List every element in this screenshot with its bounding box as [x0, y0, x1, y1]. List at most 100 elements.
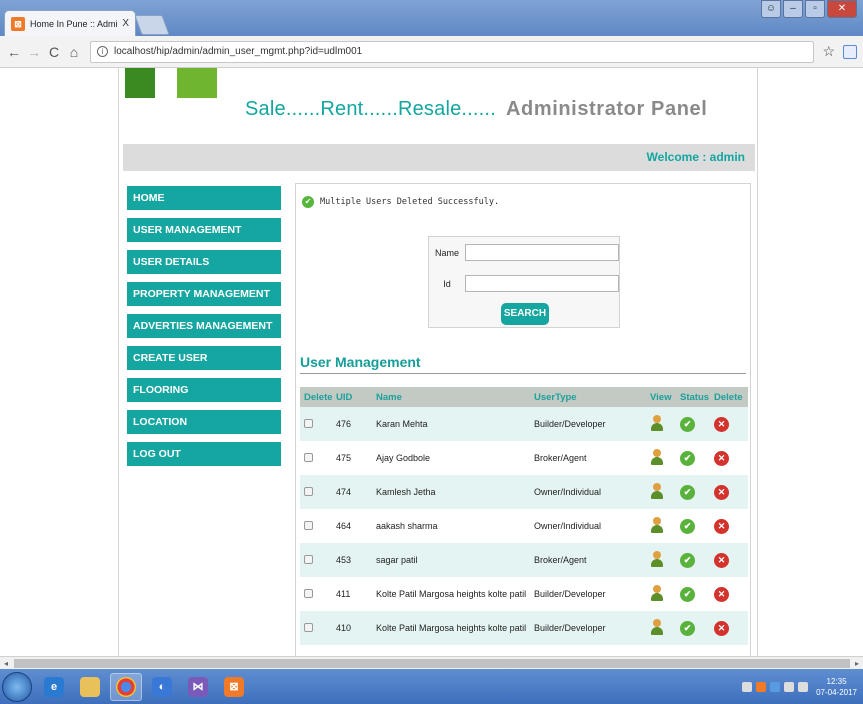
id-search-input[interactable] — [465, 275, 619, 292]
tray-show-hidden-icon[interactable] — [742, 681, 753, 692]
view-user-icon[interactable] — [650, 585, 664, 601]
status-active-icon[interactable]: ✔ — [680, 620, 695, 636]
row-usertype: Owner/Individual — [530, 475, 646, 509]
extension-icon[interactable] — [843, 44, 857, 59]
col-status: Status — [676, 387, 710, 407]
row-select-checkbox[interactable] — [304, 554, 313, 564]
sidebar-item-user-management[interactable]: USER MANAGEMENT — [127, 218, 281, 242]
taskbar-xampp[interactable]: ⊠ — [218, 673, 250, 701]
back-icon[interactable]: ← — [6, 44, 22, 60]
forward-icon[interactable]: → — [26, 44, 42, 60]
logo-bar-left — [125, 68, 155, 98]
profile-icon[interactable]: ☺ — [761, 0, 781, 18]
success-message: ✔ Multiple Users Deleted Successfuly. — [302, 196, 499, 208]
name-search-input[interactable] — [465, 244, 619, 261]
tray-network-icon[interactable] — [770, 681, 781, 692]
col-view: View — [646, 387, 676, 407]
taskbar-chrome[interactable] — [110, 672, 142, 701]
row-name: aakash sharma — [376, 521, 438, 531]
scrollbar-thumb[interactable] — [14, 659, 850, 668]
tab-close-icon[interactable]: X — [122, 18, 129, 29]
taskbar-vs[interactable]: ⋈ — [182, 673, 214, 701]
reload-icon[interactable]: C — [46, 44, 62, 60]
tray-xampp-icon[interactable] — [756, 681, 767, 692]
sidebar-menu: HOME USER MANAGEMENT USER DETAILS PROPER… — [127, 186, 281, 474]
system-clock[interactable]: 12:35 07-04-2017 — [816, 676, 857, 698]
delete-user-icon[interactable]: ✕ — [714, 518, 729, 534]
new-tab-button[interactable] — [134, 15, 170, 35]
taskbar-explorer[interactable] — [74, 673, 106, 701]
search-button[interactable]: SEARCH — [501, 303, 549, 325]
row-name: Ajay Godbole — [376, 453, 431, 463]
tab-title: Home In Pune :: Administ — [30, 18, 118, 29]
status-active-icon[interactable]: ✔ — [680, 518, 695, 534]
row-select-checkbox[interactable] — [304, 418, 313, 428]
welcome-text: Welcome : admin — [646, 150, 745, 164]
sidebar-item-user-details[interactable]: USER DETAILS — [127, 250, 281, 274]
row-uid: 411 — [336, 589, 351, 599]
view-user-icon[interactable] — [650, 551, 664, 567]
xampp-favicon-icon: ⊠ — [11, 16, 25, 31]
status-active-icon[interactable]: ✔ — [680, 586, 695, 602]
id-label: Id — [443, 278, 451, 289]
page-container: Sale......Rent......Resale...... Administ… — [118, 68, 758, 656]
browser-tab[interactable]: ⊠ Home In Pune :: Administ X — [4, 10, 136, 36]
status-active-icon[interactable]: ✔ — [680, 552, 695, 568]
row-usertype: Broker/Agent — [534, 453, 587, 463]
sidebar-item-adverties-management[interactable]: ADVERTIES MANAGEMENT — [127, 314, 281, 338]
view-user-icon[interactable] — [650, 449, 664, 465]
sidebar-item-home[interactable]: HOME — [127, 186, 281, 210]
taskbar-app[interactable]: ◐ — [146, 673, 178, 701]
info-icon[interactable]: i — [97, 46, 108, 57]
site-logo — [125, 68, 217, 98]
row-name: Kamlesh Jetha — [372, 475, 530, 509]
status-active-icon[interactable]: ✔ — [680, 450, 695, 466]
status-active-icon[interactable]: ✔ — [680, 416, 695, 432]
view-user-icon[interactable] — [650, 517, 664, 533]
app-icon: ◐ — [152, 676, 172, 697]
row-select-checkbox[interactable] — [304, 622, 313, 632]
status-active-icon[interactable]: ✔ — [680, 484, 695, 500]
row-usertype: Builder/Developer — [530, 611, 646, 645]
search-form: Name Id SEARCH — [428, 236, 620, 328]
view-user-icon[interactable] — [650, 483, 664, 499]
table-row: 475 Ajay Godbole Broker/Agent ✔ ✕ — [300, 441, 748, 475]
row-select-checkbox[interactable] — [304, 588, 313, 598]
sidebar-item-location[interactable]: LOCATION — [127, 410, 281, 434]
row-uid: 475 — [336, 453, 352, 463]
folder-icon — [80, 676, 100, 697]
page-viewport: Sale......Rent......Resale...... Administ… — [0, 68, 863, 656]
taskbar-ie[interactable]: e — [38, 673, 70, 701]
minimize-button[interactable]: – — [783, 0, 803, 18]
row-select-checkbox[interactable] — [304, 452, 313, 462]
horizontal-scrollbar[interactable]: ◂ ▸ — [0, 656, 863, 669]
users-table: Delete UID Name UserType View Status Del… — [300, 387, 748, 645]
clock-date: 07-04-2017 — [816, 687, 857, 697]
maximize-button[interactable]: ▫ — [805, 0, 825, 18]
delete-user-icon[interactable]: ✕ — [714, 484, 729, 500]
sidebar-item-flooring[interactable]: FLOORING — [127, 378, 281, 402]
row-select-checkbox[interactable] — [304, 520, 313, 530]
tray-volume-icon[interactable] — [798, 681, 809, 692]
view-user-icon[interactable] — [650, 415, 664, 431]
sidebar-item-create-user[interactable]: CREATE USER — [127, 346, 281, 370]
col-uid: UID — [332, 387, 372, 407]
logo-bar-right — [177, 68, 217, 98]
home-icon[interactable]: ⌂ — [66, 44, 82, 60]
delete-user-icon[interactable]: ✕ — [714, 620, 729, 636]
sidebar-item-property-management[interactable]: PROPERTY MANAGEMENT — [127, 282, 281, 306]
sidebar-item-log-out[interactable]: LOG OUT — [127, 442, 281, 466]
row-uid: 453 — [332, 543, 372, 577]
delete-user-icon[interactable]: ✕ — [714, 416, 729, 432]
delete-user-icon[interactable]: ✕ — [714, 552, 729, 568]
row-select-checkbox[interactable] — [304, 486, 313, 496]
address-bar[interactable]: i localhost/hip/admin/admin_user_mgmt.ph… — [90, 40, 815, 63]
delete-user-icon[interactable]: ✕ — [714, 450, 729, 466]
delete-user-icon[interactable]: ✕ — [714, 586, 729, 602]
start-button[interactable] — [2, 671, 32, 702]
view-user-icon[interactable] — [650, 619, 664, 635]
close-window-button[interactable]: ✕ — [827, 0, 857, 18]
tray-battery-icon[interactable] — [784, 681, 795, 692]
section-title: User Management — [300, 354, 746, 374]
bookmark-star-icon[interactable]: ☆ — [822, 43, 835, 60]
